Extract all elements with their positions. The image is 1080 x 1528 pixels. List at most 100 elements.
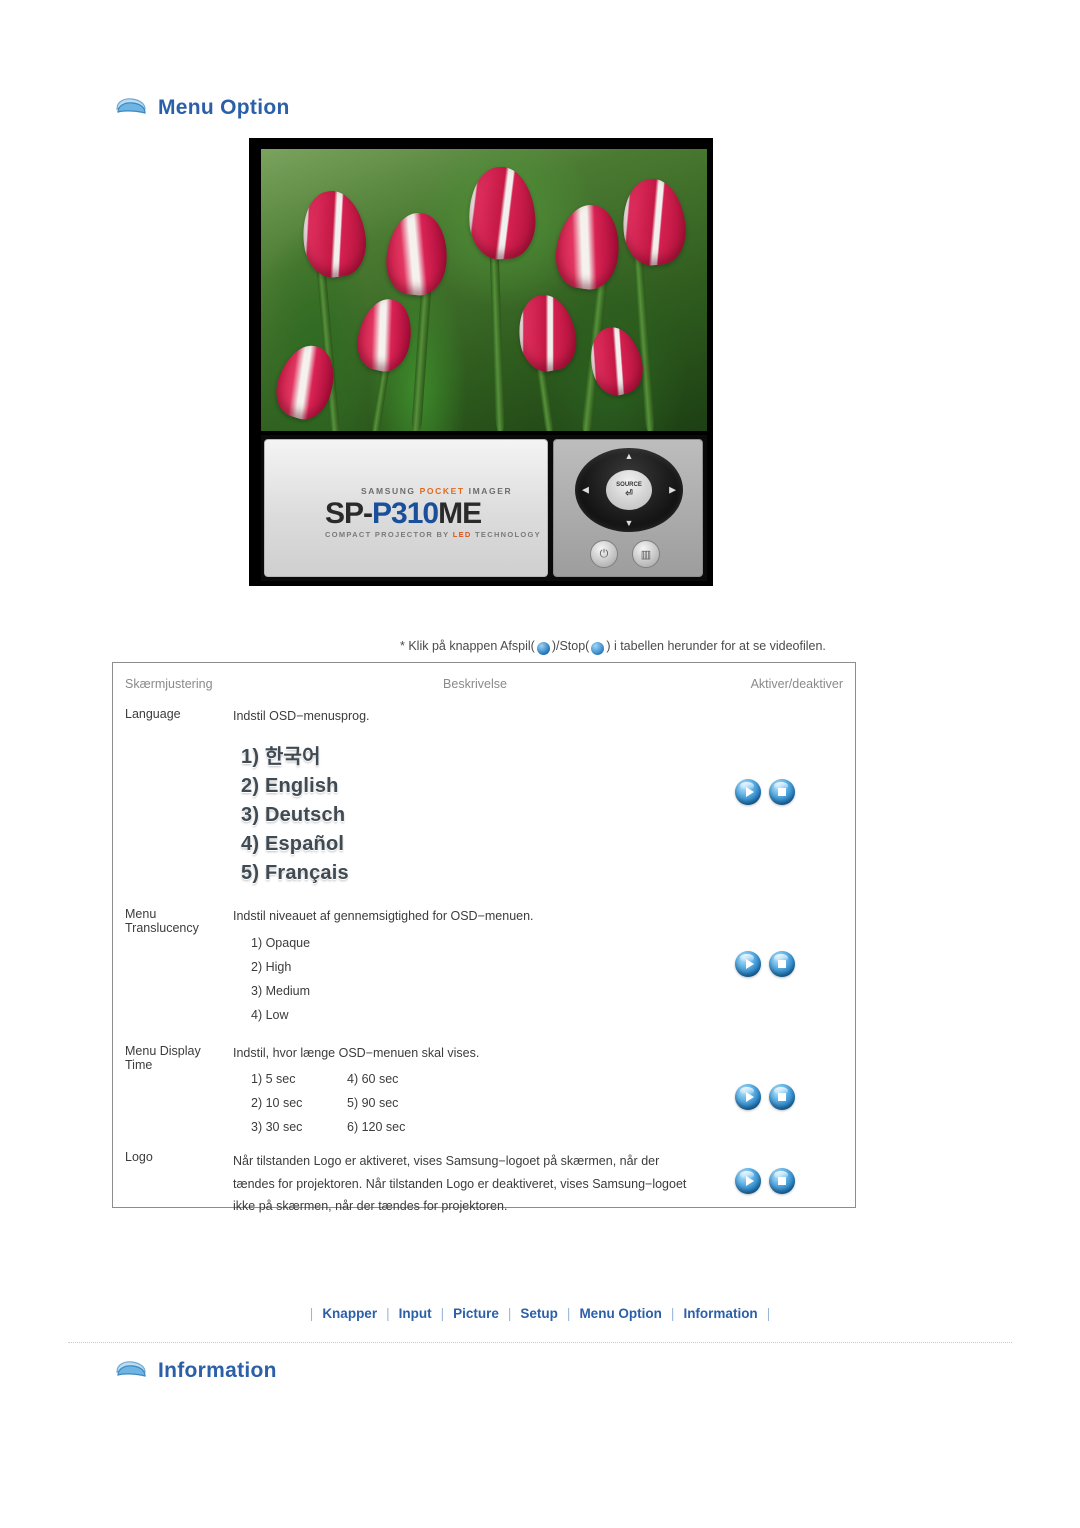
tagline: COMPACT PROJECTOR BY LED TECHNOLOGY: [325, 530, 541, 539]
option-item: 1) Opaque: [251, 935, 311, 950]
row-actions-language: [717, 701, 855, 901]
nav-item-menu-option[interactable]: Menu Option: [579, 1306, 661, 1321]
projector-body: SAMSUNG POCKET IMAGER SP-P310ME COMPACT …: [264, 439, 548, 577]
option-item: 5) 90 sec: [347, 1096, 399, 1111]
description-text: Indstil, hvor længe OSD−menuen skal vise…: [233, 1045, 480, 1060]
row-description-logo: Når tilstanden Logo er aktiveret, vises …: [233, 1144, 717, 1224]
play-button[interactable]: [735, 1168, 761, 1195]
stop-icon[interactable]: [591, 641, 605, 655]
language-option: 4) Español: [241, 832, 345, 855]
nav-separator: |: [507, 1306, 512, 1321]
menu-icon: ▥: [640, 548, 652, 561]
row-label-language: Language: [125, 707, 181, 721]
section-heading-menu-option: Menu Option: [114, 95, 290, 121]
play-button[interactable]: [735, 779, 761, 805]
brand-line: SAMSUNG POCKET IMAGER: [361, 486, 513, 496]
row-label-line1: Menu: [125, 906, 157, 921]
language-option: 3) Deutsch: [241, 803, 346, 826]
arrow-down-icon: ▼: [624, 518, 634, 528]
nav-separator: |: [566, 1306, 571, 1321]
arrow-right-icon: ▶: [669, 484, 676, 495]
menu-button: ▥: [632, 540, 660, 568]
language-options: 1) 한국어 2) English 3) Deutsch 4) Español …: [241, 740, 709, 885]
product-image-frame: SAMSUNG POCKET IMAGER SP-P310ME COMPACT …: [249, 138, 713, 586]
menu-option-table: Skærmjustering Beskrivelse Aktiver/deakt…: [112, 662, 856, 1213]
row-actions-logo: [717, 1144, 855, 1224]
row-description-language: Indstil OSD−menusprog. 1) 한국어 2) English…: [233, 701, 717, 901]
section-heading-label: Menu Option: [158, 96, 290, 119]
row-label-menu-translucency: Menu Translucency: [113, 901, 233, 1038]
arrow-up-icon: ▲: [624, 451, 634, 461]
bottom-navigation: | Knapper | Input | Picture | Setup | Menu Option…: [0, 1306, 1080, 1321]
option-item: 3) 30 sec: [251, 1120, 303, 1135]
table-row: Logo Når tilstanden Logo er aktiveret, v…: [113, 1144, 855, 1224]
nav-separator: |: [670, 1306, 675, 1321]
nav-item-picture[interactable]: Picture: [453, 1306, 499, 1321]
nav-item-input[interactable]: Input: [399, 1306, 432, 1321]
nav-item-knapper[interactable]: Knapper: [322, 1306, 377, 1321]
option-item: 4) 60 sec: [347, 1072, 399, 1087]
row-label-line2: Time: [125, 1057, 153, 1072]
row-label-menu-display-time: Menu Display Time: [113, 1038, 233, 1145]
power-button: ⏻: [590, 540, 618, 568]
description-text: Indstil niveauet af gennemsigtighed for …: [233, 908, 534, 923]
column-header-description: Beskrivelse: [443, 677, 507, 691]
table-row: Menu Display Time Indstil, hvor længe OS…: [113, 1038, 855, 1145]
source-button: SOURCE ⏎: [606, 470, 652, 510]
enter-icon: ⏎: [625, 487, 633, 498]
option-item: 2) High: [251, 959, 292, 974]
projector-device-photo: SAMSUNG POCKET IMAGER SP-P310ME COMPACT …: [261, 435, 707, 581]
tulip-photo: [261, 149, 707, 431]
stop-button[interactable]: [769, 1168, 795, 1195]
option-item: 1) 5 sec: [251, 1072, 296, 1087]
option-item: 6) 120 sec: [347, 1120, 406, 1135]
note-middle: )/Stop(: [551, 639, 590, 653]
column-header-setting: Skærmjustering: [125, 677, 213, 691]
nav-separator: |: [766, 1306, 771, 1321]
projector-control-panel: ▲ ▼ ◀ ▶ SOURCE ⏎ ⏻ ▥: [553, 439, 703, 577]
language-option: 5) Français: [241, 861, 349, 884]
stop-button[interactable]: [769, 950, 795, 977]
row-label-line1: Menu Display: [125, 1043, 201, 1058]
note-suffix: ) i tabellen herunder for at se videofil…: [606, 639, 826, 653]
column-header-activate: Aktiver/deaktiver: [750, 677, 843, 691]
nav-separator: |: [386, 1306, 390, 1321]
nav-item-information[interactable]: Information: [683, 1306, 757, 1321]
horizontal-divider: [68, 1342, 1012, 1343]
table-row: Language Indstil OSD−menusprog. 1) 한국어 2…: [113, 701, 855, 901]
section-heading-information: Information: [114, 1358, 277, 1384]
nav-item-setup[interactable]: Setup: [520, 1306, 558, 1321]
section-heading-label: Information: [158, 1359, 277, 1382]
description-text: Indstil OSD−menusprog.: [233, 709, 370, 723]
play-button[interactable]: [735, 1083, 761, 1110]
stop-button[interactable]: [769, 779, 795, 805]
option-item: 4) Low: [251, 1007, 289, 1022]
nav-separator: |: [440, 1306, 445, 1321]
menu-option-icon: [114, 95, 148, 121]
row-actions-menu-display-time: [717, 1038, 855, 1145]
row-description-menu-display-time: Indstil, hvor længe OSD−menuen skal vise…: [233, 1038, 717, 1145]
translucency-options: 1) Opaque 2) High 3) Medium 4) Low: [251, 936, 709, 1022]
row-actions-menu-translucency: [717, 901, 855, 1038]
display-time-options: 1) 5 sec 4) 60 sec 2) 10 sec 5) 90 sec 3…: [251, 1072, 709, 1134]
video-note: * Klik på knappen Afspil( )/Stop( ) i ta…: [400, 639, 826, 655]
table-header-row: Skærmjustering Beskrivelse Aktiver/deakt…: [113, 663, 855, 701]
arrow-left-icon: ◀: [582, 484, 589, 495]
row-label-logo: Logo: [125, 1150, 153, 1165]
dpad-control: ▲ ▼ ◀ ▶ SOURCE ⏎: [575, 448, 683, 532]
play-icon[interactable]: [536, 641, 550, 655]
option-item: 2) 10 sec: [251, 1096, 303, 1111]
row-description-menu-translucency: Indstil niveauet af gennemsigtighed for …: [233, 901, 717, 1038]
stop-button[interactable]: [769, 1083, 795, 1110]
option-item: 3) Medium: [251, 983, 311, 998]
row-label-line2: Translucency: [125, 920, 199, 935]
note-prefix: * Klik på knappen Afspil(: [400, 639, 535, 653]
play-button[interactable]: [735, 950, 761, 977]
language-option: 2) English: [241, 774, 339, 797]
description-text: Når tilstanden Logo er aktiveret, vises …: [233, 1154, 687, 1214]
table-row: Menu Translucency Indstil niveauet af ge…: [113, 901, 855, 1038]
information-icon: [114, 1358, 148, 1384]
power-icon: ⏻: [599, 547, 609, 560]
nav-separator: |: [309, 1306, 314, 1321]
model-name: SP-P310ME: [325, 497, 482, 530]
